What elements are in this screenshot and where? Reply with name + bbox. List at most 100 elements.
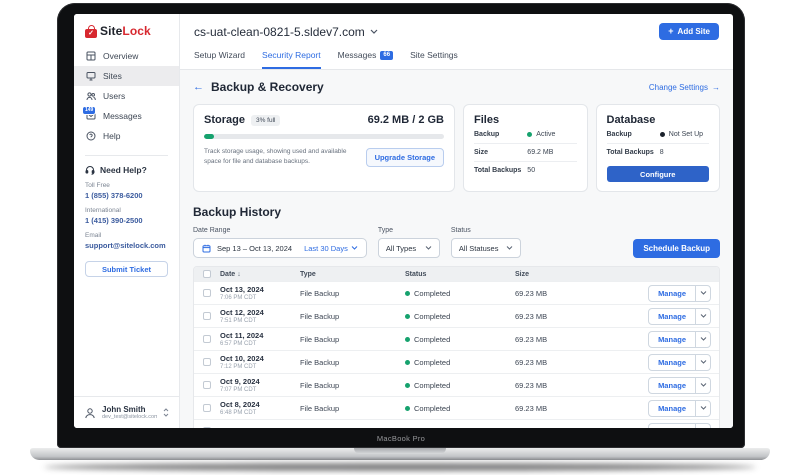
tab-setup-wizard[interactable]: Setup Wizard — [194, 44, 245, 69]
toll-free-number[interactable]: 1 (855) 378-6200 — [85, 191, 168, 200]
laptop-shadow — [44, 463, 756, 471]
database-title: Database — [606, 114, 656, 126]
status-dot-active — [527, 132, 533, 137]
files-backup-status: Active — [536, 131, 556, 138]
row-checkbox[interactable] — [203, 427, 211, 428]
configure-button[interactable]: Configure — [606, 166, 709, 182]
date-range-preset[interactable]: Last 30 Days — [304, 244, 358, 253]
date-range-picker[interactable]: Sep 13 – Oct 13, 2024 Last 30 Days — [193, 238, 367, 258]
backup-type: File Backup — [300, 427, 405, 429]
chevron-down-icon — [700, 337, 706, 341]
storage-percent-badge: 3% full — [250, 114, 281, 126]
sitelock-logo[interactable]: ✓ SiteLock — [74, 14, 179, 46]
chevron-down-icon — [506, 246, 513, 250]
change-settings-link[interactable]: Change Settings → — [649, 83, 720, 92]
sidebar-item-label: Messages — [103, 111, 142, 121]
select-all-checkbox[interactable] — [203, 270, 211, 278]
avatar-icon — [85, 407, 95, 418]
status-dot-completed — [405, 290, 410, 296]
row-checkbox[interactable] — [203, 404, 211, 412]
table-row: Oct 7, 2024 File Backup Completed 69.23 … — [194, 419, 719, 428]
manage-button[interactable]: Manage — [649, 355, 695, 370]
backup-type: File Backup — [300, 288, 340, 298]
page-title: Backup & Recovery — [211, 80, 324, 94]
manage-button[interactable]: Manage — [649, 378, 695, 393]
site-selector[interactable]: cs-uat-clean-0821-5.sldev7.com — [194, 25, 378, 39]
manage-button-group: Manage — [648, 376, 711, 394]
type-filter-group: Type All Types — [377, 227, 440, 258]
submit-ticket-button[interactable]: Submit Ticket — [85, 261, 168, 277]
arrow-right-icon: → — [712, 82, 720, 92]
manage-button[interactable]: Manage — [649, 309, 695, 324]
chevron-down-icon — [700, 383, 706, 387]
tab-bar: Setup Wizard Security Report Messages 66 … — [180, 44, 733, 70]
table-row: Oct 9, 2024 7:07 PM CDT File Backup Comp… — [194, 373, 719, 396]
support-email[interactable]: support@sitelock.com — [85, 241, 168, 250]
manage-dropdown-toggle[interactable] — [695, 423, 710, 428]
need-help-title: Need Help? — [85, 165, 168, 175]
calendar-icon — [202, 244, 211, 252]
tab-site-settings[interactable]: Site Settings — [410, 44, 458, 69]
row-checkbox[interactable] — [203, 312, 211, 320]
backup-time: 6:57 PM CDT — [220, 341, 257, 347]
row-checkbox[interactable] — [203, 381, 211, 389]
schedule-backup-button[interactable]: Schedule Backup — [633, 239, 720, 258]
manage-button[interactable]: Manage — [649, 401, 695, 416]
row-checkbox[interactable] — [203, 358, 211, 366]
chevron-down-icon — [351, 246, 358, 250]
message-icon: 149 — [83, 107, 96, 121]
sidebar-item-messages[interactable]: 149 Messages — [74, 106, 179, 126]
manage-dropdown-toggle[interactable] — [695, 354, 710, 370]
contact-toll-free: Toll Free 1 (855) 378-6200 — [85, 182, 168, 200]
app-window: ✓ SiteLock Overview Sites Users 149 Mess… — [74, 14, 733, 428]
manage-dropdown-toggle[interactable] — [695, 308, 710, 324]
manage-button[interactable]: Manage — [649, 424, 695, 429]
backup-size: 69.23 MB — [515, 334, 548, 344]
manage-dropdown-toggle[interactable] — [695, 285, 710, 301]
backup-type: File Backup — [300, 311, 340, 321]
storage-progress-bar — [204, 134, 444, 139]
table-row: Oct 11, 2024 6:57 PM CDT File Backup Com… — [194, 327, 719, 350]
tab-security-report[interactable]: Security Report — [262, 44, 321, 69]
column-header-date[interactable]: Date ↓ — [220, 271, 300, 278]
files-size-value: 69.2 MB — [527, 149, 554, 156]
database-backup-row: Backup Not Set Up — [606, 126, 709, 144]
column-header-status: Status — [405, 270, 427, 278]
sidebar-item-sites[interactable]: Sites — [74, 66, 179, 86]
row-checkbox[interactable] — [203, 289, 211, 297]
backup-status: Completed — [414, 311, 451, 321]
messages-tab-badge: 66 — [380, 50, 394, 60]
status-dot-not-set-up — [659, 132, 665, 137]
chevron-down-icon — [700, 291, 706, 295]
manage-dropdown-toggle[interactable] — [695, 331, 710, 347]
chevron-down-icon — [370, 29, 378, 34]
contact-label: Email — [85, 232, 102, 239]
backup-date: Oct 9, 2024 — [220, 377, 260, 386]
international-number[interactable]: 1 (415) 390-2500 — [85, 216, 168, 225]
lock-icon: ✓ — [85, 24, 97, 38]
type-filter-label: Type — [377, 227, 394, 234]
sidebar-item-users[interactable]: Users — [74, 86, 179, 106]
filters-row: Date Range Sep 13 – Oct 13, 2024 Last 30… — [193, 227, 720, 258]
add-site-button[interactable]: + Add Site — [659, 23, 719, 40]
logo-text: SiteLock — [100, 24, 151, 38]
manage-button[interactable]: Manage — [649, 332, 695, 347]
tab-messages[interactable]: Messages 66 — [338, 44, 394, 69]
plus-icon: + — [668, 26, 674, 36]
type-filter-select[interactable]: All Types — [377, 238, 440, 258]
sidebar-item-overview[interactable]: Overview — [74, 46, 179, 66]
sidebar-nav: Overview Sites Users 149 Messages Help — [74, 46, 179, 146]
manage-button[interactable]: Manage — [649, 286, 695, 301]
manage-dropdown-toggle[interactable] — [695, 400, 710, 416]
row-checkbox[interactable] — [203, 335, 211, 343]
user-account-menu[interactable]: John Smith dev_test@sitelock.com — [74, 396, 179, 428]
help-icon — [86, 131, 96, 141]
messages-count-badge: 149 — [83, 107, 96, 114]
sidebar-item-help[interactable]: Help — [74, 126, 179, 146]
manage-dropdown-toggle[interactable] — [695, 377, 710, 393]
back-arrow-icon[interactable]: ← — [193, 81, 204, 93]
backup-date: Oct 10, 2024 — [220, 354, 264, 363]
backup-history-title: Backup History — [193, 205, 282, 219]
upgrade-storage-button[interactable]: Upgrade Storage — [365, 147, 444, 167]
status-filter-select[interactable]: All Statuses — [450, 238, 521, 258]
